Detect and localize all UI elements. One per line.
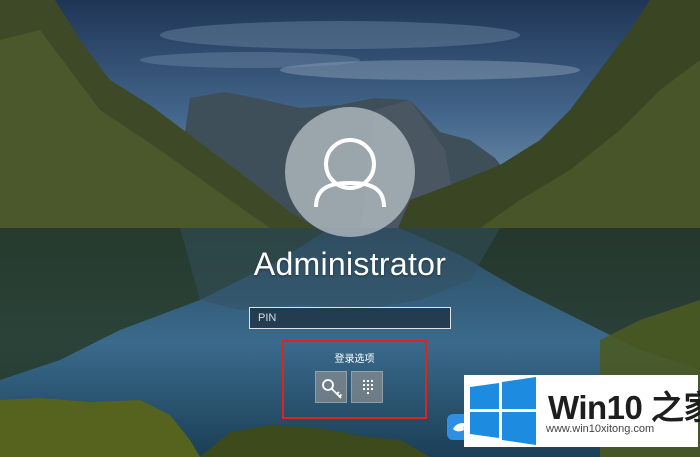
- user-name: Administrator: [253, 246, 447, 282]
- key-icon: [322, 379, 343, 399]
- signin-option-key-button[interactable]: [315, 371, 347, 403]
- watermark-badge: Win10 之家 www.win10xitong.com: [464, 375, 700, 447]
- user-avatar: [285, 107, 415, 237]
- watermark-title: Win10 之家: [548, 389, 700, 426]
- pin-keypad-icon: [363, 380, 373, 394]
- signin-option-pin-button[interactable]: [351, 371, 383, 403]
- lock-screen: Administrator 登录选项 Win10 之家 www.win10xit…: [0, 0, 700, 457]
- user-icon: [314, 138, 386, 208]
- signin-options-label: 登录选项: [334, 354, 375, 365]
- watermark-url: www.win10xitong.com: [546, 423, 655, 435]
- pin-input[interactable]: [249, 307, 451, 329]
- windows-logo-icon: [470, 377, 536, 445]
